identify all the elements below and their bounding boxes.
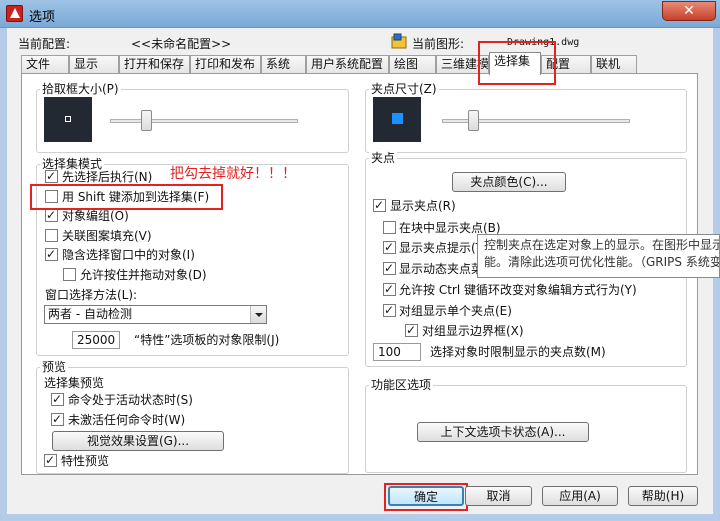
property-preview-checkbox[interactable] xyxy=(44,453,57,467)
tab-selection[interactable]: 选择集 xyxy=(489,52,541,75)
press-drag-checkbox[interactable] xyxy=(63,268,76,281)
ctrl-cycle-label: 允许按 Ctrl 键循环改变对象编辑方式行为(Y) xyxy=(399,283,637,297)
grip-size-label: 夹点尺寸(Z) xyxy=(369,82,439,96)
show-in-blocks-label: 在块中显示夹点(B) xyxy=(399,221,501,235)
cmd-active-checkbox[interactable] xyxy=(51,392,64,406)
contextual-tab-states-button[interactable]: 上下文选项卡状态(A)... xyxy=(417,422,589,442)
no-cmd-label: 未激活任何命令时(W) xyxy=(68,413,186,427)
noun-verb-checkbox[interactable] xyxy=(45,169,58,183)
current-config-label: 当前配置: xyxy=(18,37,71,51)
ctrl-cycle-checkbox[interactable] xyxy=(383,282,396,296)
ribbon-label: 功能区选项 xyxy=(369,378,434,392)
pickbox-square xyxy=(65,116,71,122)
grip-limit-label: 选择对象时限制显示的夹点数(M) xyxy=(430,345,606,359)
tooltip-line-2: 能。清除此选项可优化性能。（GRIPS 系统变 xyxy=(484,255,720,269)
window-method-dropdown[interactable]: 两者 - 自动检测 xyxy=(44,305,267,324)
implied-window-checkbox[interactable] xyxy=(45,247,58,261)
show-in-blocks-checkbox[interactable] xyxy=(383,221,396,234)
pickbox-slider[interactable] xyxy=(110,110,298,132)
no-cmd-checkbox[interactable] xyxy=(51,412,64,426)
tab-user-preferences[interactable]: 用户系统配置 xyxy=(306,55,389,74)
window-method-label: 窗口选择方法(L): xyxy=(45,288,138,302)
cancel-button[interactable]: 取消 xyxy=(465,486,532,506)
object-group-label: 对象编组(O) xyxy=(62,209,129,223)
selection-preview-label: 选择集预览 xyxy=(44,376,105,390)
annotation-shift-highlight xyxy=(30,184,223,210)
pickbox-preview xyxy=(44,97,92,142)
show-tips-checkbox[interactable] xyxy=(383,240,396,254)
autocad-logo-icon xyxy=(6,5,23,22)
tab-files[interactable]: 文件 xyxy=(21,55,69,74)
show-grips-label: 显示夹点(R) xyxy=(390,199,456,213)
current-drawing-label: 当前图形: xyxy=(412,37,465,51)
single-group-label: 对组显示单个夹点(E) xyxy=(399,304,512,318)
help-button[interactable]: 帮助(H) xyxy=(628,486,698,506)
drawing-icon xyxy=(391,33,407,49)
grip-size-slider[interactable] xyxy=(442,110,630,132)
tab-display[interactable]: 显示 xyxy=(69,55,119,74)
window-title: 选项 xyxy=(29,10,56,25)
pickbox-label: 拾取框大小(P) xyxy=(40,82,121,96)
property-limit-label: “特性”选项板的对象限制(J) xyxy=(134,333,280,347)
grip-size-preview xyxy=(373,97,421,142)
chevron-down-icon xyxy=(250,306,266,323)
grips-label: 夹点 xyxy=(369,151,398,165)
ok-button[interactable]: 确定 xyxy=(388,486,464,506)
tab-open-save[interactable]: 打开和保存 xyxy=(119,55,190,74)
press-drag-label: 允许按住并拖动对象(D) xyxy=(80,268,207,282)
apply-button[interactable]: 应用(A) xyxy=(542,486,618,506)
window-method-value: 两者 - 自动检测 xyxy=(48,307,132,321)
object-group-checkbox[interactable] xyxy=(45,208,58,222)
cmd-active-label: 命令处于活动状态时(S) xyxy=(68,393,193,407)
pickbox-slider-track xyxy=(110,119,298,123)
dynamic-menu-checkbox[interactable] xyxy=(383,261,396,275)
pickbox-slider-thumb[interactable] xyxy=(141,110,152,131)
grip-square xyxy=(392,113,403,124)
show-grips-checkbox[interactable] xyxy=(373,198,386,212)
tooltip-line-1: 控制夹点在选定对象上的显示。在图形中显示 xyxy=(484,238,720,252)
grip-tooltip: 控制夹点在选定对象上的显示。在图形中显示 能。清除此选项可优化性能。（GRIPS… xyxy=(477,234,720,278)
current-config-value: <<未命名配置>> xyxy=(131,37,232,51)
grip-color-button[interactable]: 夹点颜色(C)... xyxy=(452,172,566,192)
bounding-box-checkbox[interactable] xyxy=(405,323,418,337)
grip-limit-input[interactable]: 100 xyxy=(373,343,421,361)
assoc-hatch-checkbox[interactable] xyxy=(45,229,58,242)
grip-size-slider-thumb[interactable] xyxy=(468,110,479,131)
title-bar xyxy=(0,0,720,28)
single-group-checkbox[interactable] xyxy=(383,303,396,317)
visual-effects-button[interactable]: 视觉效果设置(G)... xyxy=(52,431,224,451)
tab-online[interactable]: 联机 xyxy=(591,55,637,74)
implied-window-label: 隐含选择窗口中的对象(I) xyxy=(62,248,195,262)
close-button[interactable]: ✕ xyxy=(662,1,716,21)
property-preview-label: 特性预览 xyxy=(61,454,110,468)
show-tips-label: 显示夹点提示(T) xyxy=(399,241,488,255)
noun-verb-label: 先选择后执行(N) xyxy=(62,170,153,184)
bounding-box-label: 对组显示边界框(X) xyxy=(422,324,524,338)
annotation-note: 把勾去掉就好！！！ xyxy=(170,166,296,182)
tab-plot-publish[interactable]: 打印和发布 xyxy=(190,55,261,74)
tab-drafting[interactable]: 绘图 xyxy=(389,55,436,74)
tab-system[interactable]: 系统 xyxy=(261,55,306,74)
preview-label: 预览 xyxy=(40,360,69,374)
property-limit-input[interactable]: 25000 xyxy=(72,331,120,349)
assoc-hatch-label: 关联图案填充(V) xyxy=(62,229,152,243)
